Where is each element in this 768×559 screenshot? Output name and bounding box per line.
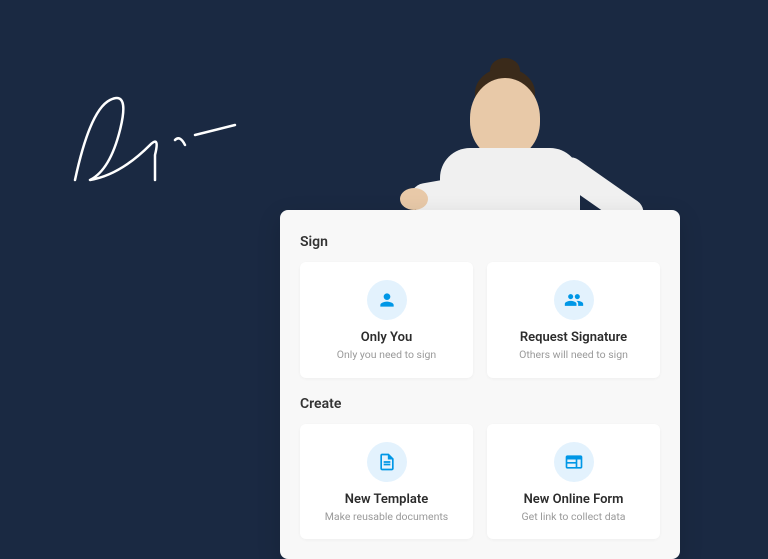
card-subtitle: Only you need to sign bbox=[312, 348, 461, 362]
card-title: New Online Form bbox=[499, 492, 648, 507]
only-you-card[interactable]: Only You Only you need to sign bbox=[300, 262, 473, 378]
new-template-card[interactable]: New Template Make reusable documents bbox=[300, 424, 473, 540]
card-subtitle: Make reusable documents bbox=[312, 510, 461, 524]
sign-section-header: Sign bbox=[300, 234, 660, 250]
create-card-row: New Template Make reusable documents New… bbox=[300, 424, 660, 540]
sign-card-row: Only You Only you need to sign Request S… bbox=[300, 262, 660, 378]
card-subtitle: Get link to collect data bbox=[499, 510, 648, 524]
card-title: New Template bbox=[312, 492, 461, 507]
person-icon bbox=[367, 280, 407, 320]
action-panel: Sign Only You Only you need to sign Requ… bbox=[280, 210, 680, 559]
people-icon bbox=[554, 280, 594, 320]
card-title: Request Signature bbox=[499, 330, 648, 345]
document-icon bbox=[367, 442, 407, 482]
card-subtitle: Others will need to sign bbox=[499, 348, 648, 362]
create-section-header: Create bbox=[300, 396, 660, 412]
new-online-form-card[interactable]: New Online Form Get link to collect data bbox=[487, 424, 660, 540]
signature-logo bbox=[60, 50, 240, 200]
request-signature-card[interactable]: Request Signature Others will need to si… bbox=[487, 262, 660, 378]
form-icon bbox=[554, 442, 594, 482]
card-title: Only You bbox=[312, 330, 461, 345]
